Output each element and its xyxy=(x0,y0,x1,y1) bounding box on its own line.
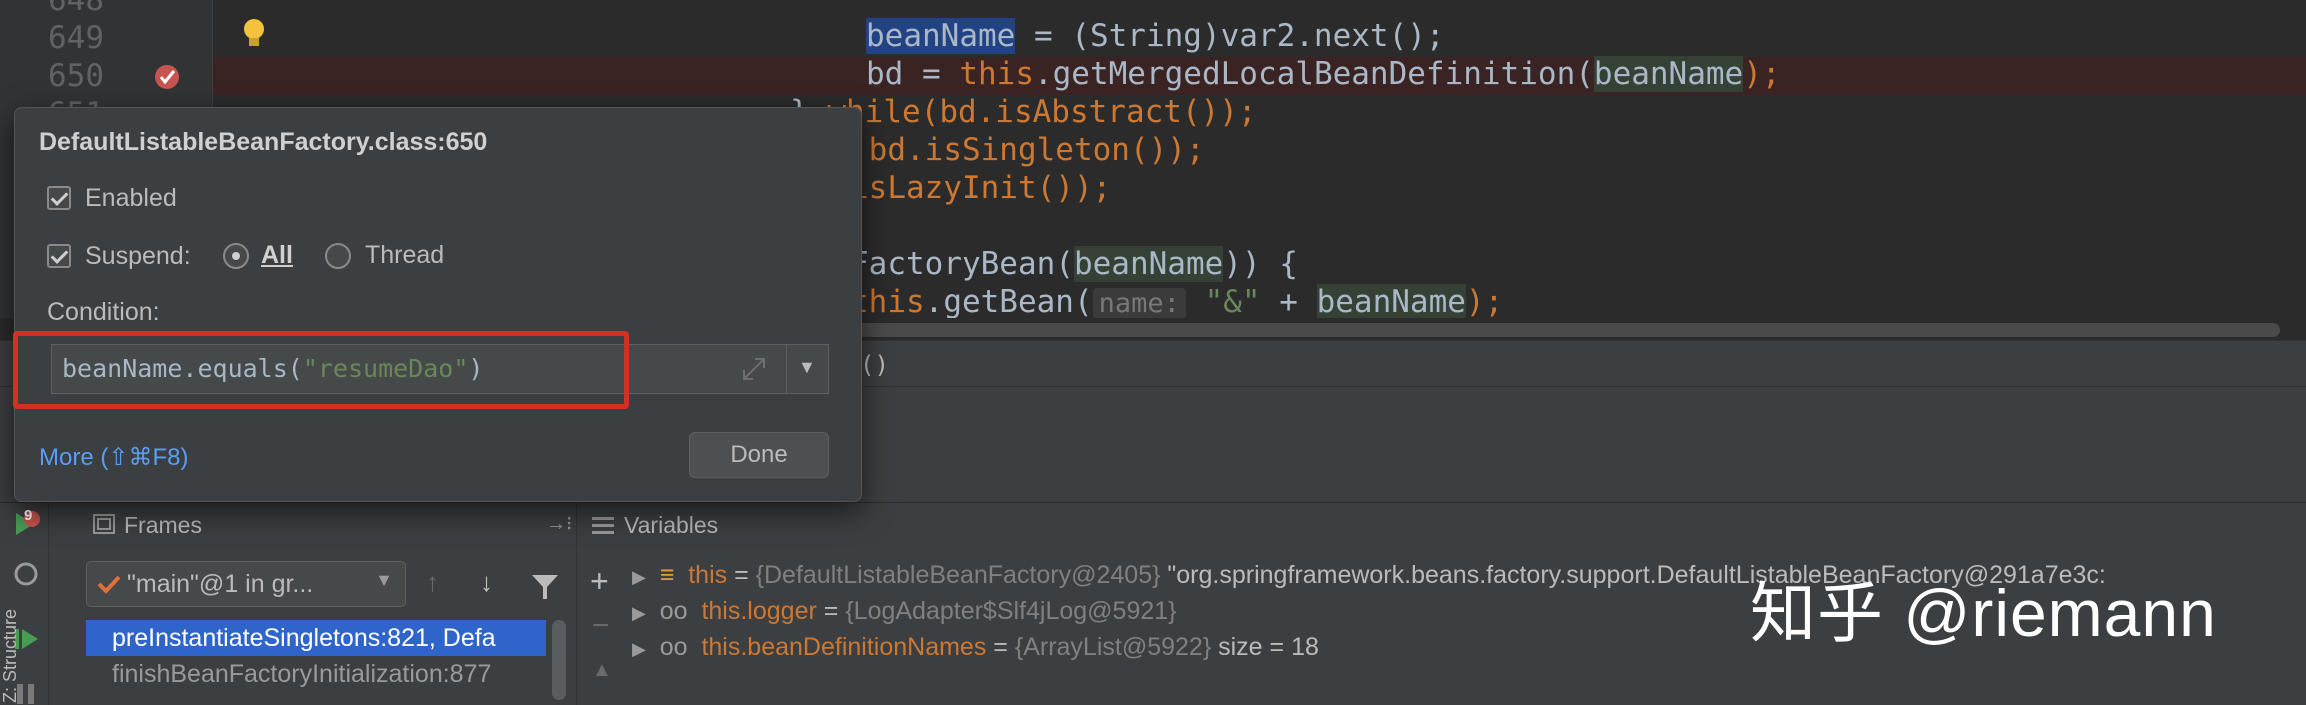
suspend-label: Suspend: xyxy=(85,242,191,270)
restore-layout-icon[interactable] xyxy=(12,559,40,589)
watermark: 知乎 @riemann xyxy=(1750,576,2217,650)
code-line-655: FactoryBean(beanName)) { xyxy=(850,246,1298,282)
frames-pane: Frames →⁝ "main"@1 in gr... ▼ ↑ ↓ preIns… xyxy=(86,503,577,705)
code-line-653: isLazyInit()); xyxy=(850,170,1112,206)
more-link[interactable]: More (⇧⌘F8) xyxy=(39,443,188,472)
frames-label: Frames xyxy=(124,512,202,538)
line-number: 649 xyxy=(48,20,104,56)
watch-glasses-icon: oo xyxy=(652,597,695,625)
suspend-all-radio[interactable] xyxy=(223,243,249,269)
suspend-thread-radio[interactable] xyxy=(325,243,351,269)
breakpoint-popup: DefaultListableBeanFactory.class:650 Ena… xyxy=(13,107,862,502)
frames-scrollbar[interactable] xyxy=(552,620,566,700)
resume-icon[interactable] xyxy=(12,625,40,653)
check-icon xyxy=(97,575,121,594)
expand-arrow-icon[interactable]: ▶ xyxy=(632,639,646,659)
enabled-label: Enabled xyxy=(85,184,177,212)
move-up-icon[interactable]: ▲ xyxy=(592,659,612,682)
condition-history-dropdown[interactable]: ▼ xyxy=(787,344,829,394)
code-line-649: beanName = (String)var2.next(); xyxy=(866,18,1445,54)
chevron-down-icon: ▼ xyxy=(375,570,393,590)
condition-label: Condition: xyxy=(47,298,160,326)
annotation-highlight-box xyxy=(13,331,629,409)
conditional-breakpoint-icon[interactable] xyxy=(152,62,182,92)
remove-watch-icon[interactable]: − xyxy=(592,609,610,643)
pin-layout-icon[interactable]: →⁝ xyxy=(546,511,572,536)
arrow-up-icon[interactable]: ↑ xyxy=(426,567,439,598)
variables-icon xyxy=(592,517,614,534)
frame-row-selected[interactable]: preInstantiateSingletons:821, Defa xyxy=(86,620,546,656)
filter-icon[interactable] xyxy=(530,573,560,601)
code-line-656: this.getBean(name: "&" + beanName); xyxy=(850,284,1504,318)
horizontal-scrollbar[interactable] xyxy=(780,323,2280,337)
suspend-thread-label: Thread xyxy=(365,241,445,269)
variable-row[interactable]: ▶ oo this.beanDefinitionNames = {ArrayLi… xyxy=(632,629,1319,665)
field-icon: ≡ xyxy=(652,561,682,589)
frames-icon xyxy=(93,514,115,534)
pause-icon[interactable] xyxy=(14,681,38,705)
suspend-checkbox[interactable] xyxy=(47,244,71,268)
add-watch-icon[interactable]: + xyxy=(590,563,609,600)
lightbulb-icon[interactable] xyxy=(240,16,268,50)
expand-arrow-icon[interactable]: ▶ xyxy=(632,603,646,623)
thread-select[interactable]: "main"@1 in gr... ▼ xyxy=(86,561,406,607)
arrow-down-icon[interactable]: ↓ xyxy=(480,567,493,598)
code-line-650: bd = this.getMergedLocalBeanDefinition(b… xyxy=(866,56,1781,92)
frame-row[interactable]: finishBeanFactoryInitialization:877 xyxy=(86,656,546,692)
chevron-down-icon: ▼ xyxy=(798,357,816,377)
suspend-all-label: All xyxy=(261,241,293,269)
expand-arrow-icon[interactable]: ▶ xyxy=(632,567,646,587)
watch-glasses-icon: oo xyxy=(652,633,695,661)
console-fragment: () xyxy=(860,351,889,379)
line-number: 650 xyxy=(48,58,104,94)
badge-count: 9 xyxy=(24,507,33,524)
done-button[interactable]: Done xyxy=(689,432,829,478)
variable-row[interactable]: ▶ oo this.logger = {LogAdapter$Slf4jLog@… xyxy=(632,593,1177,629)
popup-title: DefaultListableBeanFactory.class:650 xyxy=(39,128,488,156)
expand-editor-icon[interactable] xyxy=(741,356,767,382)
code-line-652: !bd.isSingleton()); xyxy=(850,132,1205,168)
variables-label: Variables xyxy=(624,512,719,538)
enabled-checkbox[interactable] xyxy=(47,186,71,210)
line-number: 648 xyxy=(48,0,104,18)
structure-tab[interactable]: Z: Structure xyxy=(0,593,16,703)
